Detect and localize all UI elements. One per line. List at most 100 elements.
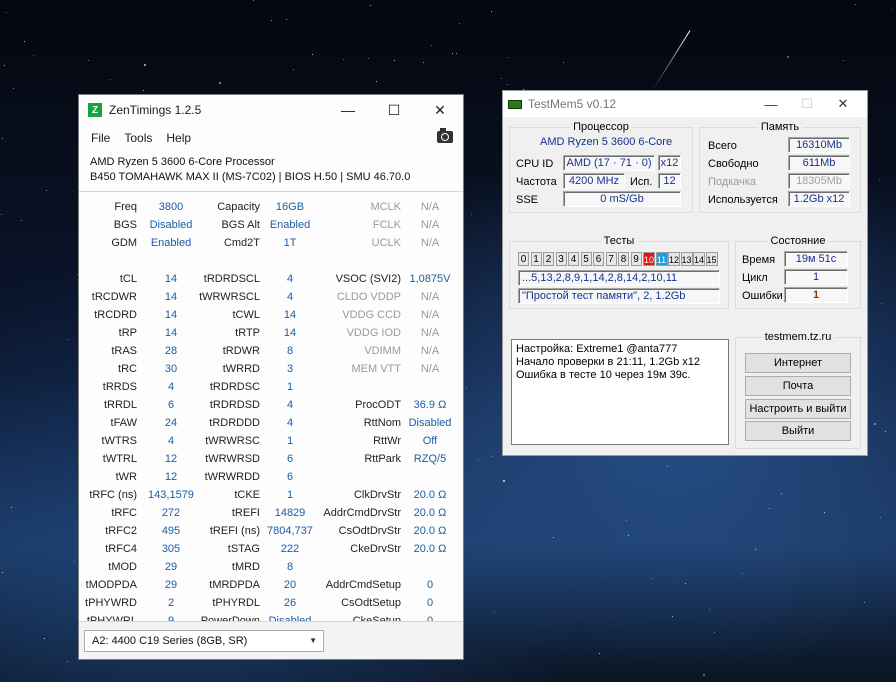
test-number: 3 bbox=[555, 252, 567, 266]
testmem-titlebar[interactable]: TestMem5 v0.12 — ☐ ✕ bbox=[503, 91, 867, 117]
timing-label: VDDG IOD bbox=[346, 327, 401, 339]
mail-button[interactable]: Почта bbox=[745, 376, 851, 396]
star bbox=[431, 45, 432, 46]
timing-value: 20 bbox=[283, 579, 297, 591]
log-output[interactable]: Настройка: Extreme1 @anta777 Начало пров… bbox=[511, 339, 729, 445]
mem-total-value: 16310Mb bbox=[788, 137, 850, 153]
timing-label: tMODPDA bbox=[85, 579, 137, 591]
freq-label: Частота bbox=[516, 176, 557, 188]
timing-value: N/A bbox=[420, 327, 440, 339]
timing-value: Disabled bbox=[408, 417, 452, 429]
cpu-group: Процессор AMD Ryzen 5 3600 6-Core CPU ID… bbox=[509, 121, 693, 213]
timing-value: 30 bbox=[164, 363, 178, 375]
timing-label: VDDG CCD bbox=[342, 309, 401, 321]
exit-button[interactable]: Выйти bbox=[745, 421, 851, 441]
internet-button[interactable]: Интернет bbox=[745, 353, 851, 373]
close-button[interactable]: ✕ bbox=[825, 95, 861, 113]
timing-value: N/A bbox=[420, 201, 440, 213]
maximize-button[interactable]: ☐ bbox=[371, 95, 417, 125]
timing-value: 20.0 Ω bbox=[413, 507, 447, 519]
star bbox=[703, 674, 705, 676]
star bbox=[452, 53, 453, 54]
timing-value: 14 bbox=[164, 273, 178, 285]
timing-value: N/A bbox=[420, 345, 440, 357]
mem-used-value: 1.2Gb x12 bbox=[788, 191, 850, 207]
star bbox=[672, 616, 673, 617]
timing-label: tWTRS bbox=[101, 435, 137, 447]
timing-label: tCL bbox=[119, 273, 137, 285]
timing-value: 0 bbox=[426, 579, 434, 591]
star bbox=[219, 82, 221, 84]
timing-label: tREFI bbox=[231, 507, 260, 519]
minimize-button[interactable]: — bbox=[325, 95, 371, 125]
test-number: 15 bbox=[705, 252, 718, 266]
test-sequence: ...5,13,2,8,9,1,14,2,8,14,2,10,11 bbox=[518, 270, 720, 286]
star bbox=[864, 602, 865, 603]
star bbox=[6, 12, 7, 13]
star bbox=[293, 69, 294, 70]
timing-label: tMOD bbox=[108, 561, 137, 573]
timing-label: VSOC (SVI2) bbox=[335, 273, 401, 285]
timing-row: tRFC4 305 tSTAG 222 CkeDrvStr 20.0 Ω bbox=[79, 541, 465, 559]
star bbox=[1, 214, 2, 215]
log-line: Начало проверки в 21:11, 1.2Gb x12 bbox=[516, 356, 701, 368]
star bbox=[507, 84, 508, 85]
timing-row: GDM Enabled Cmd2T 1T UCLK N/A bbox=[79, 235, 465, 253]
timing-row: tRAS 28 tRDWR 8 VDIMM N/A bbox=[79, 343, 465, 361]
timing-label: MCLK bbox=[370, 201, 401, 213]
menu-help[interactable]: Help bbox=[166, 131, 191, 145]
star bbox=[787, 56, 789, 58]
star bbox=[685, 583, 686, 584]
test-number: 10 bbox=[643, 252, 655, 266]
timing-label: AddrCmdSetup bbox=[325, 579, 401, 591]
board-info: B450 TOMAHAWK MAX II (MS-7C02) | BIOS H.… bbox=[90, 171, 411, 183]
timing-value: Disabled bbox=[149, 219, 193, 231]
minimize-button[interactable]: — bbox=[753, 95, 789, 113]
zentimings-titlebar[interactable]: Z ZenTimings 1.2.5 — ☐ ✕ bbox=[79, 95, 463, 125]
star bbox=[709, 609, 710, 610]
timing-value: 1,0875V bbox=[409, 273, 451, 285]
timing-value: Off bbox=[422, 435, 438, 447]
tests-group-title: Тесты bbox=[600, 235, 638, 247]
star bbox=[46, 190, 47, 191]
timing-value: 4 bbox=[286, 273, 294, 285]
timing-label: tRDRDSD bbox=[209, 399, 260, 411]
timing-value: 3 bbox=[286, 363, 294, 375]
timing-label: AddrCmdDrvStr bbox=[323, 507, 401, 519]
timing-label: tWTRL bbox=[102, 453, 137, 465]
timing-row: tRP 14 tRTP 14 VDDG IOD N/A bbox=[79, 325, 465, 343]
time-value: 19м 51с bbox=[784, 251, 848, 267]
star bbox=[843, 60, 844, 61]
errors-value: 1 bbox=[784, 287, 848, 303]
mem-total-label: Всего bbox=[708, 140, 737, 152]
timing-label: tRRDS bbox=[102, 381, 137, 393]
test-number: 2 bbox=[543, 252, 554, 266]
log-line: Ошибка в тесте 10 через 19м 39с. bbox=[516, 369, 691, 381]
timing-value: 24 bbox=[164, 417, 178, 429]
mem-free-value: 611Mb bbox=[788, 155, 850, 171]
star bbox=[880, 517, 881, 518]
divider bbox=[79, 191, 463, 192]
dimm-select[interactable]: A2: 4400 C19 Series (8GB, SR) ▼ bbox=[84, 630, 324, 652]
timing-value: 3800 bbox=[158, 201, 184, 213]
close-button[interactable]: ✕ bbox=[417, 95, 463, 125]
timing-row: tRRDS 4 tRDRDSC 1 bbox=[79, 379, 465, 397]
timing-row: tMOD 29 tMRD 8 bbox=[79, 559, 465, 577]
memory-group: Память Всего 16310Mb Свободно 611Mb Подк… bbox=[699, 121, 861, 213]
screenshot-camera-icon[interactable] bbox=[437, 128, 453, 143]
menu-file[interactable]: File bbox=[91, 131, 110, 145]
configure-exit-button[interactable]: Настроить и выйти bbox=[745, 399, 851, 419]
star bbox=[667, 466, 668, 467]
star bbox=[312, 54, 313, 55]
test-number: 9 bbox=[630, 252, 642, 266]
threads-value: x12 bbox=[658, 155, 681, 171]
time-label: Время bbox=[742, 254, 776, 266]
timing-row: tFAW 24 tRDRDDD 4 RttNom Disabled bbox=[79, 415, 465, 433]
star bbox=[144, 64, 146, 66]
timing-label: Cmd2T bbox=[223, 237, 260, 249]
timing-label: tRDRDDD bbox=[209, 417, 260, 429]
current-test: "Простой тест памяти", 2, 1.2Gb bbox=[518, 288, 720, 304]
menu-tools[interactable]: Tools bbox=[124, 131, 152, 145]
timing-label: tRAS bbox=[111, 345, 137, 357]
timing-label: tRP bbox=[118, 327, 137, 339]
